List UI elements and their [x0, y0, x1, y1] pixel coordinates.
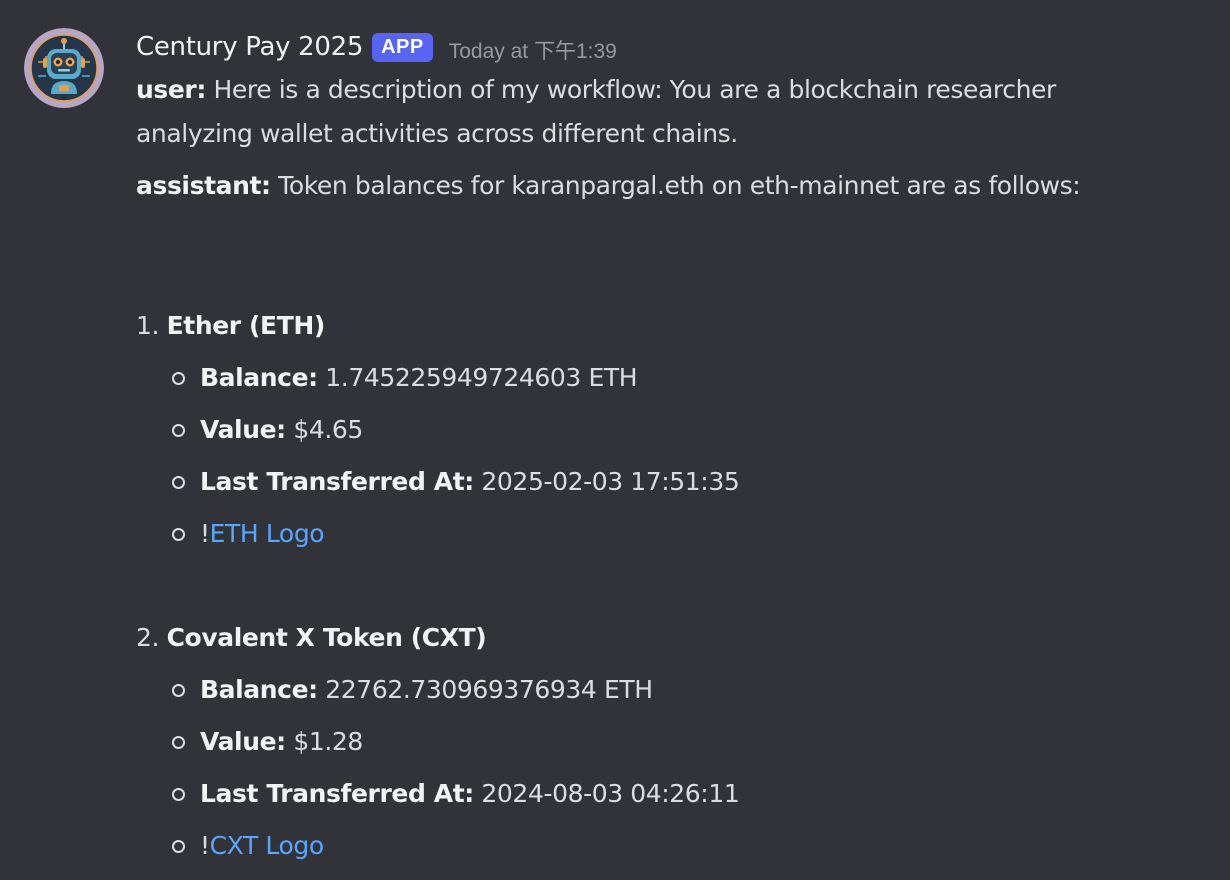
last-transferred-label: Last Transferred At:	[200, 779, 474, 808]
token-item: 1. Ether (ETH) Balance: 1.74522594972460…	[136, 300, 740, 560]
value-amount: $1.28	[285, 727, 363, 756]
list-number: 1.	[136, 311, 160, 340]
token-name: Ether (ETH)	[166, 311, 326, 340]
token-name: Covalent X Token (CXT)	[166, 623, 487, 652]
circle-bullet-icon	[172, 424, 185, 437]
speaker-label: user:	[136, 75, 206, 104]
speaker-label: assistant:	[136, 171, 271, 200]
balance-row: Balance: 22762.730969376934 ETH	[136, 664, 739, 716]
circle-bullet-icon	[172, 684, 185, 697]
balance-row: Balance: 1.745225949724603 ETH	[136, 352, 739, 404]
value-label: Value:	[200, 415, 286, 444]
eth-logo-link[interactable]: ETH Logo	[210, 519, 325, 548]
logo-prefix: !	[200, 831, 210, 860]
balance-label: Balance:	[200, 363, 318, 392]
last-transferred-label: Last Transferred At:	[200, 467, 474, 496]
token-item: 2. Covalent X Token (CXT) Balance: 22762…	[136, 612, 740, 872]
last-transferred-value: 2024-08-03 04:26:11	[473, 779, 740, 808]
message-header: Century Pay 2025 APP Today at 下午1:39	[136, 28, 617, 66]
balance-value: 22762.730969376934 ETH	[317, 675, 653, 704]
circle-bullet-icon	[172, 788, 185, 801]
user-line: user: Here is a description of my workfl…	[136, 68, 1136, 156]
message-content: user: Here is a description of my workfl…	[136, 68, 1136, 208]
last-transferred-row: Last Transferred At: 2025-02-03 17:51:35	[136, 456, 740, 508]
timestamp[interactable]: Today at 下午1:39	[449, 35, 617, 65]
value-amount: $4.65	[285, 415, 363, 444]
circle-bullet-icon	[172, 476, 185, 489]
robot-avatar-icon[interactable]	[24, 28, 104, 108]
username[interactable]: Century Pay 2025	[136, 32, 363, 62]
last-transferred-value: 2025-02-03 17:51:35	[473, 467, 740, 496]
logo-prefix: !	[200, 519, 210, 548]
cxt-logo-link[interactable]: CXT Logo	[210, 831, 325, 860]
line-text: Here is a description of my workflow: Yo…	[136, 75, 1056, 148]
token-title: 2. Covalent X Token (CXT)	[136, 612, 739, 664]
list-number: 2.	[136, 623, 160, 652]
value-label: Value:	[200, 727, 286, 756]
value-row: Value: $1.28	[136, 716, 739, 768]
balance-label: Balance:	[200, 675, 318, 704]
value-row: Value: $4.65	[136, 404, 739, 456]
circle-bullet-icon	[172, 372, 185, 385]
balance-value: 1.745225949724603 ETH	[317, 363, 638, 392]
circle-bullet-icon	[172, 736, 185, 749]
assistant-line: assistant: Token balances for karanparga…	[136, 164, 1136, 208]
token-title: 1. Ether (ETH)	[136, 300, 739, 352]
chat-message: Century Pay 2025 APP Today at 下午1:39 use…	[0, 0, 1230, 880]
logo-row: !ETH Logo	[136, 508, 739, 560]
app-badge: APP	[372, 32, 433, 62]
logo-row: !CXT Logo	[136, 820, 739, 872]
line-text: Token balances for karanpargal.eth on et…	[270, 171, 1081, 200]
circle-bullet-icon	[172, 528, 185, 541]
circle-bullet-icon	[172, 840, 185, 853]
last-transferred-row: Last Transferred At: 2024-08-03 04:26:11	[136, 768, 740, 820]
